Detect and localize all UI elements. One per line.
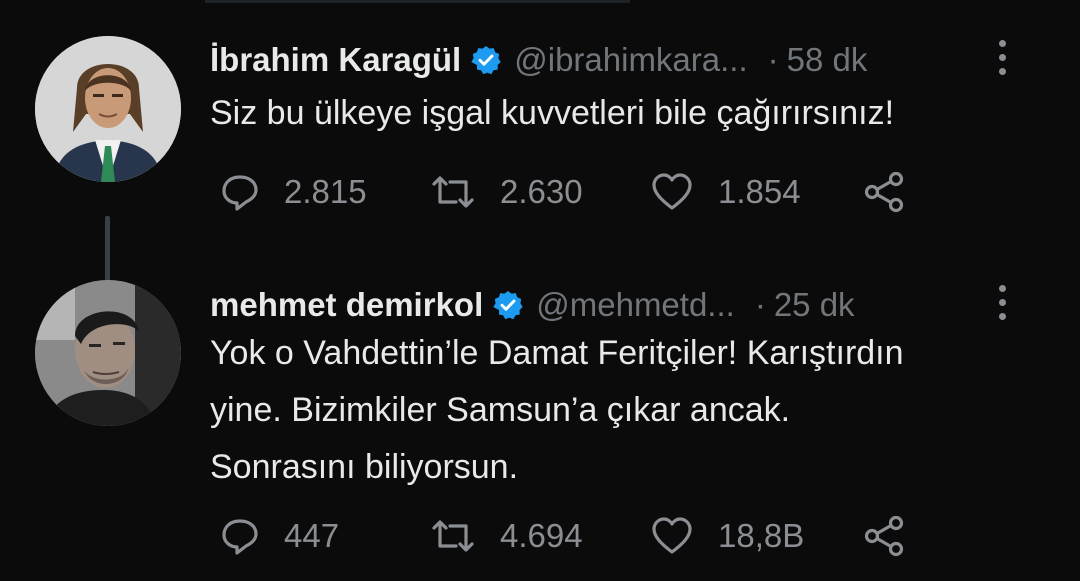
reply-count: 447	[284, 517, 340, 554]
retweet-button[interactable]: 2.630	[430, 167, 583, 217]
avatar[interactable]	[35, 36, 181, 182]
top-divider	[205, 0, 630, 3]
like-icon	[650, 516, 694, 556]
tweet-actions: 2.815 2.630 1.854	[210, 167, 1070, 217]
retweet-count: 2.630	[500, 173, 583, 210]
share-icon	[862, 514, 906, 558]
reply-count: 2.815	[284, 173, 367, 210]
retweet-count: 4.694	[500, 517, 583, 554]
tweet-text-line: yine. Bizimkiler Samsun’a çıkar ancak.	[210, 391, 791, 429]
separator-dot: ·	[767, 41, 779, 78]
more-vertical-icon[interactable]	[994, 285, 1010, 325]
more-vertical-icon[interactable]	[994, 40, 1010, 80]
timestamp[interactable]: 25 dk	[774, 286, 855, 324]
share-button[interactable]	[862, 167, 906, 217]
share-icon	[862, 170, 906, 214]
tweet-1[interactable]: İbrahim Karagül @ibrahimkara... · 58 dk …	[0, 30, 1080, 300]
tweet-header: İbrahim Karagül @ibrahimkara... · 58 dk	[210, 30, 1050, 90]
tweet-text-line: Yok o Vahdettin’le Damat Feritçiler! Kar…	[210, 334, 904, 372]
avatar[interactable]	[35, 280, 181, 426]
tweet-text-line: Sonrasını biliyorsun.	[210, 448, 519, 486]
reply-icon	[220, 516, 260, 556]
author-handle[interactable]: @ibrahimkara...	[514, 41, 747, 79]
like-button[interactable]: 1.854	[650, 167, 801, 217]
retweet-icon	[430, 172, 476, 212]
reply-button[interactable]: 447	[220, 511, 339, 561]
like-count: 1.854	[718, 173, 801, 210]
tweet-text: Siz bu ülkeye işgal kuvvetleri bile çağı…	[210, 85, 1050, 142]
tweet-text-line: Siz bu ülkeye işgal kuvvetleri bile çağı…	[210, 94, 895, 132]
reply-button[interactable]: 2.815	[220, 167, 367, 217]
separator-dot: ·	[754, 286, 766, 323]
reply-icon	[220, 172, 260, 212]
share-button[interactable]	[862, 511, 906, 561]
verified-badge-icon	[492, 289, 524, 321]
verified-badge-icon	[470, 44, 502, 76]
author-name[interactable]: İbrahim Karagül	[210, 41, 461, 79]
retweet-button[interactable]: 4.694	[430, 511, 583, 561]
like-button[interactable]: 18,8B	[650, 511, 804, 561]
like-icon	[650, 172, 694, 212]
timestamp[interactable]: 58 dk	[787, 41, 868, 79]
like-count: 18,8B	[718, 517, 805, 554]
tweet-text: Yok o Vahdettin’le Damat Feritçiler! Kar…	[210, 325, 1050, 496]
retweet-icon	[430, 516, 476, 556]
author-name[interactable]: mehmet demirkol	[210, 286, 483, 324]
tweet-2[interactable]: mehmet demirkol @mehmetd... · 25 dk Yok …	[0, 275, 1080, 581]
tweet-actions: 447 4.694 18,8B	[210, 511, 1070, 561]
author-handle[interactable]: @mehmetd...	[536, 286, 735, 324]
